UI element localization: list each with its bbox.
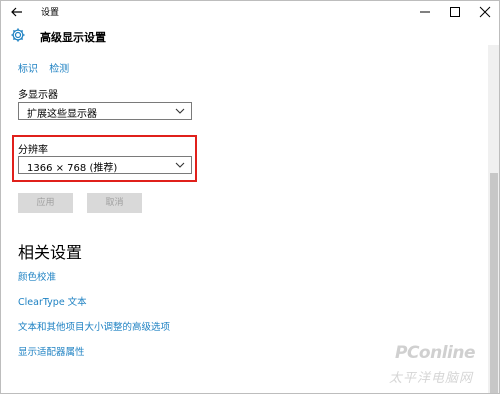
watermark-brand: PConline (395, 343, 476, 363)
resolution-value: 1366 × 768 (推荐) (27, 163, 118, 174)
resolution-dropdown[interactable]: 1366 × 768 (推荐) (18, 156, 192, 174)
cleartype-text-link[interactable]: ClearType 文本 (18, 294, 87, 308)
detect-link[interactable]: 检测 (49, 64, 69, 75)
color-calibration-link[interactable]: 颜色校准 (18, 269, 56, 283)
multi-display-dropdown[interactable]: 扩展这些显示器 (18, 102, 192, 120)
minimize-icon[interactable] (411, 3, 439, 21)
resolution-label: 分辨率 (18, 145, 48, 156)
cancel-button[interactable]: 取消 (87, 193, 142, 213)
display-links: 标识 检测 (18, 60, 77, 75)
advanced-sizing-link[interactable]: 文本和其他项目大小调整的高级选项 (18, 319, 170, 333)
watermark: PConline 太平洋电脑网 (381, 343, 493, 389)
identify-link[interactable]: 标识 (18, 64, 38, 75)
maximize-icon[interactable] (441, 3, 469, 21)
display-adapter-properties-link[interactable]: 显示适配器属性 (18, 344, 85, 358)
watermark-subtitle: 太平洋电脑网 (389, 371, 474, 386)
chevron-down-icon (175, 108, 185, 114)
multi-display-value: 扩展这些显示器 (27, 109, 97, 120)
window-title: 设置 (41, 8, 60, 18)
related-settings-heading: 相关设置 (18, 243, 83, 262)
back-arrow-icon[interactable] (9, 4, 25, 20)
settings-window: 设置 高级显示设置 标识 检测 多显示器 扩展这些显示器 分辨率 1366 × … (0, 0, 500, 394)
chevron-down-icon (175, 162, 185, 168)
multi-display-label: 多显示器 (18, 90, 58, 101)
gear-icon (11, 28, 25, 42)
title-bar: 设置 (1, 1, 499, 23)
page-title: 高级显示设置 (40, 31, 106, 44)
apply-button[interactable]: 应用 (18, 193, 73, 213)
close-icon[interactable] (471, 3, 499, 21)
